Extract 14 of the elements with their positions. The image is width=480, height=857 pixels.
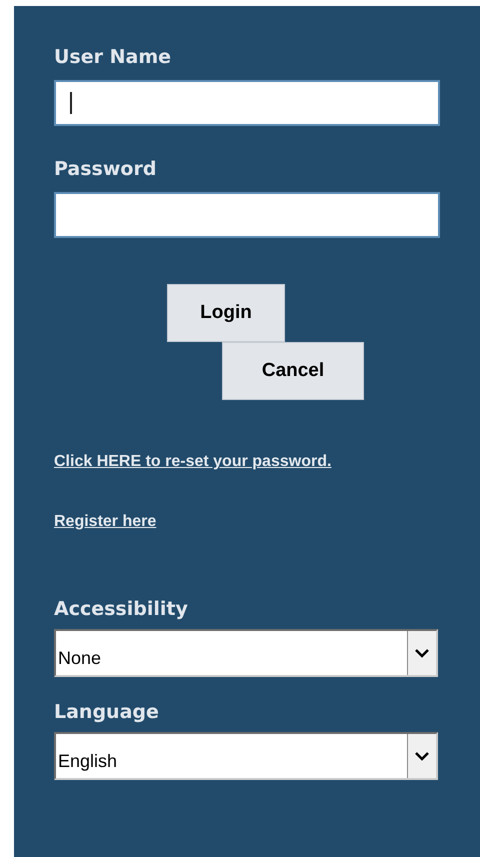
reset-password-link[interactable]: Click HERE to re-set your password. [54,452,332,472]
input-field[interactable] [54,80,440,126]
login-button[interactable]: Login [167,284,285,342]
register-link[interactable]: Register here [54,512,156,532]
chevron-down-icon [415,648,429,658]
select-label: Language [54,701,159,723]
select-label: Accessibility [54,598,188,620]
dropdown-select[interactable]: English [54,732,438,780]
input-field[interactable] [54,192,440,238]
chevron-down-icon [415,752,429,760]
cancel-button[interactable]: Cancel [222,342,364,400]
field-label: Password [54,158,156,180]
dropdown-select[interactable]: None [54,629,438,677]
field-label: User Name [54,46,172,68]
